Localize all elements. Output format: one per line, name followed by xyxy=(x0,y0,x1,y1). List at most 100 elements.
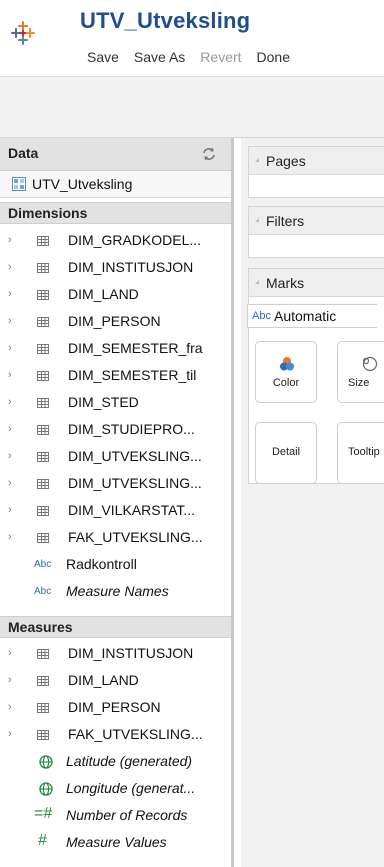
measure-table-item[interactable]: › DIM_PERSON xyxy=(0,695,231,722)
chevron-right-icon[interactable]: › xyxy=(8,315,12,327)
dimension-table-item[interactable]: › DIM_STUDIEPRO... xyxy=(0,417,231,444)
done-button[interactable]: Done xyxy=(257,49,290,65)
measure-table-item[interactable]: › DIM_LAND xyxy=(0,668,231,695)
datasource-item[interactable]: UTV_Utveksling xyxy=(0,171,231,198)
dimension-table-item[interactable]: › DIM_LAND xyxy=(0,282,231,309)
tableau-logo-icon xyxy=(11,21,35,45)
field-name: FAK_UTVEKSLING... xyxy=(68,529,203,545)
chevron-right-icon[interactable]: › xyxy=(8,477,12,489)
chevron-right-icon[interactable]: › xyxy=(8,450,12,462)
chevron-right-icon[interactable]: › xyxy=(8,234,12,246)
abc-string-icon: Abc xyxy=(34,559,52,570)
pages-label: Pages xyxy=(266,153,306,169)
color-palette-icon xyxy=(280,357,294,371)
color-button[interactable]: Color xyxy=(255,341,317,403)
field-name: FAK_UTVEKSLING... xyxy=(68,726,203,742)
dimension-table-item[interactable]: › DIM_GRADKODEL... xyxy=(0,228,231,255)
color-label: Color xyxy=(272,377,300,389)
pages-card[interactable]: Pages xyxy=(248,146,384,198)
dimension-field-item[interactable]: Abc Measure Names xyxy=(0,579,231,606)
measure-field-item[interactable]: Longitude (generat... xyxy=(0,776,231,803)
measure-table-item[interactable]: › FAK_UTVEKSLING... xyxy=(0,722,231,749)
dimension-table-item[interactable]: › DIM_STED xyxy=(0,390,231,417)
dimension-table-item[interactable]: › FAK_UTVEKSLING... xyxy=(0,525,231,552)
shelves-pane: Pages Filters Marks Abc Automatic Color … xyxy=(241,138,384,867)
field-name: DIM_STED xyxy=(68,394,139,410)
chevron-right-icon[interactable]: › xyxy=(8,342,12,354)
filters-label: Filters xyxy=(266,213,305,229)
field-name: Latitude (generated) xyxy=(66,753,193,769)
size-button[interactable]: Size xyxy=(337,341,384,403)
dimension-table-item[interactable]: › DIM_UTVEKSLING... xyxy=(0,444,231,471)
field-name: DIM_SEMESTER_til xyxy=(68,367,197,383)
chevron-right-icon[interactable]: › xyxy=(8,369,12,381)
table-icon xyxy=(37,263,49,273)
size-label: Size xyxy=(348,377,370,389)
mark-type-dropdown[interactable]: Abc Automatic xyxy=(247,304,377,328)
chevron-right-icon[interactable]: › xyxy=(8,261,12,273)
field-name: DIM_PERSON xyxy=(68,313,161,329)
dimension-table-item[interactable]: › DIM_SEMESTER_fra xyxy=(0,336,231,363)
save-button[interactable]: Save xyxy=(87,49,119,65)
table-icon xyxy=(37,479,49,489)
field-name: DIM_SEMESTER_fra xyxy=(68,340,203,356)
abc-mark-icon: Abc xyxy=(252,310,271,322)
dimension-table-item[interactable]: › DIM_UTVEKSLING... xyxy=(0,471,231,498)
measure-field-item[interactable]: =# Number of Records xyxy=(0,803,231,830)
field-name: DIM_INSTITUSJON xyxy=(68,259,194,275)
table-icon xyxy=(37,730,49,740)
dimension-table-item[interactable]: › DIM_PERSON xyxy=(0,309,231,336)
chevron-right-icon[interactable]: › xyxy=(8,701,12,713)
table-icon xyxy=(37,398,49,408)
field-name: Measure Values xyxy=(66,834,167,850)
dimension-table-item[interactable]: › DIM_INSTITUSJON xyxy=(0,255,231,282)
table-icon xyxy=(37,649,49,659)
table-icon xyxy=(37,344,49,354)
marks-label: Marks xyxy=(266,275,305,291)
workbook-title: UTV_Utveksling xyxy=(80,8,251,33)
datasource-icon xyxy=(12,177,26,191)
dimension-table-item[interactable]: › DIM_SEMESTER_til xyxy=(0,363,231,390)
filters-card[interactable]: Filters xyxy=(248,206,384,258)
dimension-table-item[interactable]: › DIM_VILKARSTAT... xyxy=(0,498,231,525)
revert-button[interactable]: Revert xyxy=(200,49,241,65)
chevron-right-icon[interactable]: › xyxy=(8,531,12,543)
refresh-icon[interactable] xyxy=(201,146,217,162)
dimension-field-item[interactable]: Abc Radkontroll xyxy=(0,552,231,579)
data-pane-label: Data xyxy=(8,145,39,161)
mark-type-value: Automatic xyxy=(274,308,337,324)
grip-icon xyxy=(255,218,259,222)
tooltip-button[interactable]: Tooltip xyxy=(337,422,384,484)
measure-table-item[interactable]: › DIM_INSTITUSJON xyxy=(0,641,231,668)
field-name: DIM_GRADKODEL... xyxy=(68,232,202,248)
number-icon: # xyxy=(38,832,47,849)
measures-label: Measures xyxy=(8,619,73,635)
chevron-right-icon[interactable]: › xyxy=(8,288,12,300)
calculated-number-icon: =# xyxy=(34,805,53,822)
pages-card-header: Pages xyxy=(249,147,384,175)
save-as-button[interactable]: Save As xyxy=(134,49,185,65)
header: UTV_Utveksling Save Save As Revert Done xyxy=(0,0,384,76)
measures-header: Measures xyxy=(0,616,231,638)
detail-button[interactable]: Detail xyxy=(255,422,317,484)
chevron-right-icon[interactable]: › xyxy=(8,728,12,740)
chevron-right-icon[interactable]: › xyxy=(8,504,12,516)
field-name: DIM_PERSON xyxy=(68,699,161,715)
chevron-right-icon[interactable]: › xyxy=(8,647,12,659)
data-pane: Data UTV_Utveksling Dimensions › DIM_GRAD… xyxy=(0,138,234,867)
data-pane-header: Data xyxy=(0,138,231,171)
table-icon xyxy=(37,533,49,543)
chevron-right-icon[interactable]: › xyxy=(8,396,12,408)
chevron-right-icon[interactable]: › xyxy=(8,674,12,686)
field-name: DIM_LAND xyxy=(68,672,139,688)
marks-card-header: Marks xyxy=(249,269,384,297)
table-icon xyxy=(37,371,49,381)
chevron-right-icon[interactable]: › xyxy=(8,423,12,435)
field-name: DIM_INSTITUSJON xyxy=(68,645,194,661)
detail-label: Detail xyxy=(271,446,301,458)
table-icon xyxy=(37,506,49,516)
measure-field-item[interactable]: Latitude (generated) xyxy=(0,749,231,776)
field-name: Radkontroll xyxy=(66,556,137,572)
measure-field-item[interactable]: # Measure Values xyxy=(0,830,231,857)
dimensions-header: Dimensions xyxy=(0,202,231,224)
